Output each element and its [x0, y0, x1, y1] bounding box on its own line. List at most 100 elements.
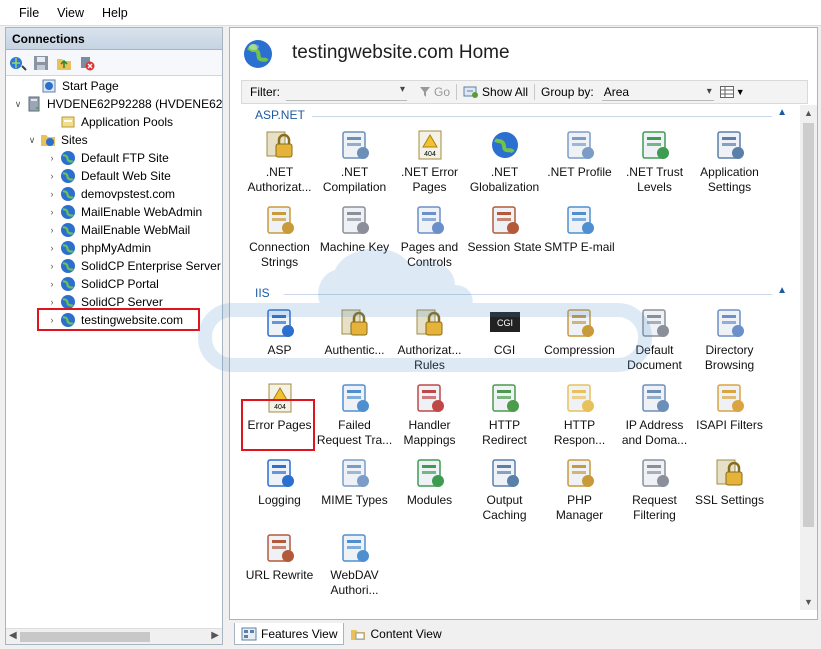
scrollbar-thumb[interactable] [20, 632, 150, 642]
separator [534, 84, 536, 100]
feature-net-authorizat[interactable]: .NET Authorizat... [241, 128, 318, 200]
feature-label: Authentic... [324, 343, 385, 357]
feature-compression[interactable]: Compression [541, 306, 618, 378]
feature-net-globalization[interactable]: .NET Globalization [466, 128, 543, 200]
collapse-chevron-icon[interactable]: ∨ [12, 99, 24, 110]
show-all-button[interactable]: Show All [463, 85, 528, 99]
expand-chevron-icon[interactable]: › [46, 171, 58, 181]
feature-ssl-settings[interactable]: SSL Settings [691, 456, 768, 528]
save-icon[interactable] [32, 54, 50, 72]
tree-item[interactable]: › MailEnable WebAdmin [46, 203, 202, 221]
feature-http-respon[interactable]: HTTP Respon... [541, 381, 618, 453]
scrollbar-thumb[interactable] [803, 123, 814, 527]
feature-authentic[interactable]: Authentic... [316, 306, 393, 378]
expand-chevron-icon[interactable]: › [46, 297, 58, 307]
collapse-chevron-icon[interactable]: ∨ [26, 135, 38, 146]
disconnect-icon[interactable] [78, 54, 96, 72]
collapse-caret-icon[interactable]: ▲ [777, 107, 787, 118]
feature-ip-address-and-doma[interactable]: IP Address and Doma... [616, 381, 693, 453]
feature-modules[interactable]: Modules [391, 456, 468, 528]
feature-label: Machine Key [319, 240, 390, 254]
scroll-up-icon[interactable]: ▲ [804, 108, 813, 118]
feature-pages-and-controls[interactable]: Pages and Controls [391, 203, 468, 275]
up-folder-icon[interactable] [55, 54, 73, 72]
tree-item[interactable]: › SolidCP Portal [46, 275, 159, 293]
tab-features-view[interactable]: Features View [234, 623, 345, 645]
tree-item[interactable]: ∨ HVDENE62P92288 (HVDENE62P92 [12, 95, 222, 113]
filter-input[interactable] [286, 83, 407, 101]
feature-cgi[interactable]: CGI CGI [466, 306, 543, 378]
feature-machine-key[interactable]: Machine Key [316, 203, 393, 275]
feature-label: Modules [406, 493, 453, 507]
feature-output-caching[interactable]: Output Caching [466, 456, 543, 528]
tree-horizontal-scrollbar[interactable]: ◀ ▶ [6, 628, 222, 644]
content-view-icon [351, 630, 366, 640]
feature-label: Compilation [322, 180, 387, 194]
feature-label: and Doma... [621, 433, 688, 447]
tree-item[interactable]: Start Page [27, 77, 119, 95]
feature-url-rewrite[interactable]: URL Rewrite [241, 531, 318, 603]
features-vertical-scrollbar[interactable]: ▲ ▼ [800, 105, 817, 610]
feature-handler-mappings[interactable]: Handler Mappings [391, 381, 468, 453]
connect-icon[interactable] [9, 54, 27, 72]
feature-directory-browsing[interactable]: Directory Browsing [691, 306, 768, 378]
section-header-aspnet[interactable]: ASP.NET ▲ [241, 107, 790, 124]
feature-request-filtering[interactable]: Request Filtering [616, 456, 693, 528]
feature-label: Rules [414, 358, 445, 372]
section-header-iis[interactable]: IIS ▲ [241, 285, 790, 302]
expand-chevron-icon[interactable]: › [46, 225, 58, 235]
tree-item[interactable]: ∨ Sites [26, 131, 88, 149]
expand-chevron-icon[interactable]: › [46, 189, 58, 199]
expand-chevron-icon[interactable]: › [46, 207, 58, 217]
feature-session-state[interactable]: Session State [466, 203, 543, 275]
group-by-select[interactable]: Area [601, 83, 714, 101]
expand-chevron-icon[interactable]: › [46, 243, 58, 253]
expand-chevron-icon[interactable]: › [46, 261, 58, 271]
go-button[interactable]: Go [419, 85, 450, 99]
feature-connection-strings[interactable]: Connection Strings [241, 203, 318, 275]
feature-application-settings[interactable]: Application Settings [691, 128, 768, 200]
feature-webdav-authori[interactable]: WebDAV Authori... [316, 531, 393, 603]
tree-item[interactable]: › demovpstest.com [46, 185, 175, 203]
feature-default-document[interactable]: Default Document [616, 306, 693, 378]
expand-chevron-icon[interactable]: › [46, 279, 58, 289]
view-mode-button[interactable]: ▼ [719, 86, 745, 98]
scroll-down-icon[interactable]: ▼ [804, 597, 813, 607]
feature-net-error-pages[interactable]: 404 .NET Error Pages [391, 128, 468, 200]
tree-item[interactable]: › Default FTP Site [46, 149, 169, 167]
lock-rules-icon [413, 306, 447, 340]
feature-failed-request-tra[interactable]: Failed Request Tra... [316, 381, 393, 453]
feature-net-trust-levels[interactable]: .NET Trust Levels [616, 128, 693, 200]
feature-net-profile[interactable]: .NET Profile [541, 128, 618, 200]
collapse-caret-icon[interactable]: ▲ [777, 285, 787, 296]
feature-label: Authorizat... [397, 343, 462, 357]
feature-logging[interactable]: Logging [241, 456, 318, 528]
scroll-right-icon[interactable]: ▶ [211, 630, 219, 641]
feature-label: Compression [544, 343, 615, 357]
feature-label: Browsing [704, 358, 755, 372]
tab-content-view[interactable]: Content View [344, 623, 447, 645]
feature-isapi-filters[interactable]: ISAPI Filters [691, 381, 768, 453]
feature-php-manager[interactable]: PHP Manager [541, 456, 618, 528]
feature-asp[interactable]: ASP [241, 306, 318, 378]
tree-item[interactable]: › phpMyAdmin [46, 239, 151, 257]
feature-mime-types[interactable]: MIME Types [316, 456, 393, 528]
menu-file[interactable]: File [10, 6, 48, 20]
tree-item[interactable]: › SolidCP Enterprise Server [46, 257, 221, 275]
view-tabs: Features View Content View [229, 622, 818, 646]
feature-label: Failed [338, 418, 371, 432]
menu-view[interactable]: View [48, 6, 93, 20]
feature-label: URL Rewrite [245, 568, 314, 582]
tree-item-label: Default FTP Site [81, 151, 169, 165]
menu-help[interactable]: Help [93, 6, 137, 20]
scroll-left-icon[interactable]: ◀ [9, 630, 17, 641]
page-title: testingwebsite.com Home [292, 42, 510, 63]
tree-item[interactable]: › Default Web Site [46, 167, 171, 185]
tree-item[interactable]: › MailEnable WebMail [46, 221, 190, 239]
tree-item[interactable]: Application Pools [46, 113, 173, 131]
feature-net-compilation[interactable]: .NET Compilation [316, 128, 393, 200]
feature-http-redirect[interactable]: HTTP Redirect [466, 381, 543, 453]
feature-authorizat-rules[interactable]: Authorizat... Rules [391, 306, 468, 378]
expand-chevron-icon[interactable]: › [46, 153, 58, 163]
feature-smtp-e-mail[interactable]: SMTP E-mail [541, 203, 618, 275]
